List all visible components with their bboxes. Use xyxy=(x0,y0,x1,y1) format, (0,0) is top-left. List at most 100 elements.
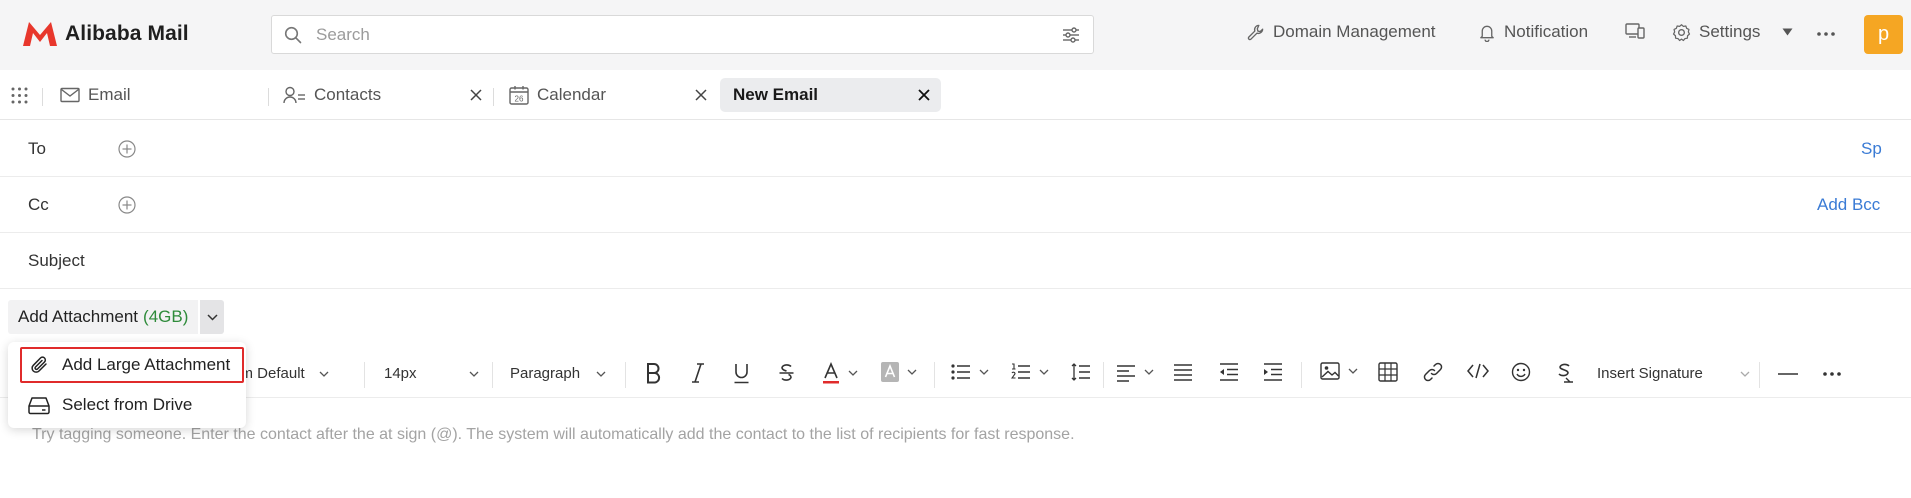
indent-button[interactable] xyxy=(1263,362,1283,382)
filter-sliders-icon[interactable] xyxy=(1061,26,1081,44)
chevron-down-icon xyxy=(1740,371,1750,377)
highlight-color-button[interactable] xyxy=(881,362,917,382)
chevron-down-icon xyxy=(907,369,917,375)
app-grid-icon[interactable] xyxy=(11,87,28,104)
align-button[interactable] xyxy=(1116,362,1154,382)
add-recipient-icon[interactable] xyxy=(118,140,136,158)
user-avatar[interactable]: p xyxy=(1864,15,1903,54)
chevron-down-icon xyxy=(469,371,478,377)
insert-link-button[interactable] xyxy=(1423,362,1443,382)
horizontal-rule-button[interactable] xyxy=(1778,372,1798,376)
domain-management-label: Domain Management xyxy=(1273,22,1436,41)
close-icon[interactable] xyxy=(695,89,707,101)
tab-calendar[interactable]: 26 Calendar xyxy=(509,78,709,112)
search-box[interactable] xyxy=(271,15,1094,54)
outdent-button[interactable] xyxy=(1219,362,1239,382)
emoji-icon xyxy=(1511,362,1531,382)
separate-send-link[interactable]: Sp xyxy=(1861,139,1882,159)
link-icon xyxy=(1423,362,1443,382)
chevron-down-icon xyxy=(1348,368,1358,374)
clear-format-button[interactable] xyxy=(1555,362,1575,384)
bullet-list-button[interactable] xyxy=(951,362,989,382)
wrench-icon xyxy=(1247,24,1264,40)
toolbar-more-button[interactable] xyxy=(1823,372,1841,376)
settings-dropdown-button[interactable] xyxy=(1782,28,1793,36)
paperclip-icon xyxy=(31,356,47,373)
calendar-day: 26 xyxy=(515,95,524,104)
insert-image-button[interactable] xyxy=(1320,362,1358,380)
contacts-icon xyxy=(283,86,305,104)
notification-label: Notification xyxy=(1504,22,1589,41)
insert-table-button[interactable] xyxy=(1378,362,1398,382)
font-color-button[interactable] xyxy=(822,362,858,384)
attach-label: Add Attachment xyxy=(18,307,139,326)
font-size-value: 14px xyxy=(384,365,417,382)
toolbar-separator xyxy=(934,362,935,388)
tab-contacts[interactable]: Contacts xyxy=(283,78,483,112)
tab-email[interactable]: Email xyxy=(60,78,260,112)
chevron-down-icon xyxy=(319,371,329,377)
chevron-down-icon xyxy=(1039,369,1049,375)
line-height-button[interactable] xyxy=(1071,362,1091,382)
numbered-list-button[interactable] xyxy=(1011,362,1049,382)
attachment-dropdown-menu: Add Large Attachment Select from Drive xyxy=(8,342,246,428)
insert-signature-label: Insert Signature xyxy=(1597,365,1703,382)
font-color-icon xyxy=(823,362,839,384)
table-icon xyxy=(1378,362,1398,382)
cc-field-row[interactable]: Cc Add Bcc xyxy=(0,177,1911,233)
attachment-dropdown-toggle[interactable] xyxy=(200,300,225,334)
search-icon xyxy=(284,26,302,44)
caret-down-icon xyxy=(1782,28,1793,36)
subject-field-row[interactable]: Subject xyxy=(0,233,1911,289)
email-body-placeholder[interactable]: Try tagging someone. Enter the contact a… xyxy=(32,426,1075,444)
justify-button[interactable] xyxy=(1173,362,1193,382)
search-input[interactable] xyxy=(316,23,1016,46)
underline-button[interactable] xyxy=(733,362,750,384)
align-left-icon xyxy=(1117,365,1135,382)
close-icon[interactable] xyxy=(918,89,930,101)
tab-bar: Email Contacts 26 Calendar New Email xyxy=(0,70,1911,120)
chevron-down-icon xyxy=(848,370,858,376)
tab-separator xyxy=(42,88,43,106)
more-menu-button[interactable] xyxy=(1817,32,1835,36)
block-format-value: Paragraph xyxy=(510,365,581,382)
toolbar-separator xyxy=(364,362,365,388)
gear-icon xyxy=(1672,23,1691,41)
add-attachment-button[interactable]: Add Attachment (4GB) xyxy=(8,300,199,334)
menu-item-add-large-attachment[interactable]: Add Large Attachment xyxy=(20,347,244,383)
to-field-row[interactable]: To Sp xyxy=(0,121,1911,177)
app-logo[interactable]: Alibaba Mail xyxy=(21,20,189,48)
insert-emoji-button[interactable] xyxy=(1511,362,1531,382)
block-format-select[interactable]: Paragraph xyxy=(510,365,606,382)
app-name: Alibaba Mail xyxy=(65,22,189,45)
insert-code-button[interactable] xyxy=(1467,362,1489,380)
avatar-letter: p xyxy=(1877,23,1890,45)
bold-button[interactable] xyxy=(645,362,661,384)
add-attachment-control: Add Attachment (4GB) xyxy=(8,300,225,334)
settings-label: Settings xyxy=(1699,22,1761,41)
device-switch-button[interactable] xyxy=(1625,22,1645,40)
add-bcc-link[interactable]: Add Bcc xyxy=(1817,195,1880,215)
notification-button[interactable]: Notification xyxy=(1478,22,1588,42)
subject-label: Subject xyxy=(28,251,85,270)
italic-button[interactable] xyxy=(690,362,706,384)
tab-new-email[interactable]: New Email xyxy=(720,78,941,112)
font-size-select[interactable]: 14px xyxy=(384,365,479,382)
settings-button[interactable]: Settings xyxy=(1672,22,1760,42)
domain-management-button[interactable]: Domain Management xyxy=(1246,22,1436,42)
numbered-list-icon xyxy=(1011,363,1030,379)
add-cc-icon[interactable] xyxy=(118,196,136,214)
toolbar-separator xyxy=(1759,362,1760,388)
strikethrough-icon xyxy=(779,364,794,381)
menu-item-select-from-drive[interactable]: Select from Drive xyxy=(20,387,244,423)
close-icon[interactable] xyxy=(470,89,482,101)
tab-label: Contacts xyxy=(314,85,382,104)
attach-size-limit: (4GB) xyxy=(143,307,189,326)
strikethrough-button[interactable] xyxy=(778,362,795,384)
insert-signature-select[interactable]: Insert Signature xyxy=(1597,365,1750,382)
tab-label: New Email xyxy=(733,85,819,104)
italic-icon xyxy=(692,363,704,383)
line-height-icon xyxy=(1071,363,1090,381)
image-icon xyxy=(1320,362,1340,380)
indent-icon xyxy=(1264,363,1282,381)
